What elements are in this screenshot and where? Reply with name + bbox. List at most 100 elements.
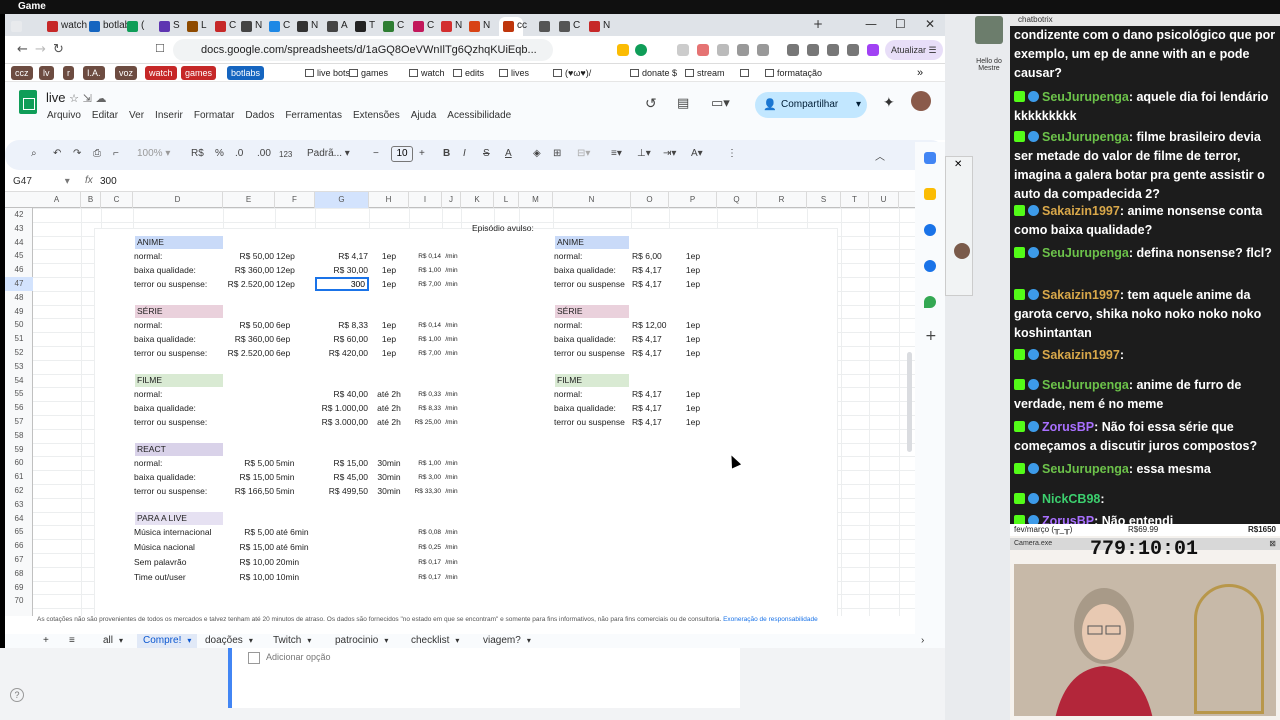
cell[interactable]: 30min xyxy=(370,485,408,498)
cell[interactable]: 1ep xyxy=(670,333,716,346)
increase-decimal-button[interactable]: .00 xyxy=(257,148,271,159)
spreadsheet-grid[interactable]: ABCDEFGHIJKLMNOPQRSTU 42 43 44 45 46 47 48 49 50… xyxy=(5,192,915,616)
row-header[interactable]: 65 xyxy=(5,525,33,539)
column-header[interactable]: P xyxy=(669,192,717,208)
row-header[interactable]: 52 xyxy=(5,346,33,360)
sheet-tab-menu-icon[interactable]: ▾ xyxy=(119,636,123,645)
menu-item[interactable]: Acessibilidade xyxy=(447,110,511,121)
row-header[interactable]: 55 xyxy=(5,387,33,401)
cell[interactable]: R$ 0,14 xyxy=(410,250,441,263)
row-header[interactable]: 57 xyxy=(5,415,33,429)
cell[interactable]: 1ep xyxy=(370,250,408,263)
cell[interactable]: /min xyxy=(443,333,460,346)
keep-icon[interactable] xyxy=(924,188,936,200)
chat-username[interactable]: SeuJurupenga xyxy=(1042,378,1129,392)
cell[interactable]: /min xyxy=(443,250,460,263)
cell[interactable]: 20min xyxy=(276,556,314,569)
font-select[interactable]: Padrã... ▾ xyxy=(307,148,350,159)
text-wrap-icon[interactable]: ⇥▾ xyxy=(663,148,676,159)
font-size-decrease-icon[interactable]: − xyxy=(373,148,379,159)
sheet-tab-menu-icon[interactable]: ▾ xyxy=(384,636,388,645)
cell[interactable]: Episódio avulso: xyxy=(472,222,562,235)
reload-icon[interactable]: ↻ xyxy=(53,42,64,57)
chat-username[interactable]: ZorusBP xyxy=(1042,514,1094,524)
bookmark-item[interactable]: I.A. xyxy=(83,66,105,80)
menu-item[interactable]: Ajuda xyxy=(411,110,437,121)
cell[interactable]: R$ 4,17 xyxy=(632,347,668,360)
chat-username[interactable]: Sakaizin1997 xyxy=(1042,204,1120,218)
cell[interactable]: 12ep xyxy=(276,264,314,277)
cell[interactable]: 12ep xyxy=(276,250,314,263)
bold-icon[interactable]: B xyxy=(443,148,450,159)
bookmark-item[interactable]: botlabs xyxy=(227,66,265,80)
browser-tab[interactable]: N xyxy=(237,17,262,36)
cell[interactable]: R$ 8,33 xyxy=(410,402,441,415)
cell[interactable]: R$ 33,30 xyxy=(410,485,441,498)
row-header[interactable]: 47 xyxy=(5,277,33,291)
disclaimer-link[interactable]: Exoneração de responsabilidade xyxy=(723,616,818,623)
column-header[interactable]: E xyxy=(223,192,275,208)
browser-tab[interactable]: botlabs xyxy=(85,17,135,36)
row-header[interactable]: 68 xyxy=(5,567,33,581)
chat-username[interactable]: SeuJurupenga xyxy=(1042,90,1129,104)
row-header[interactable]: 48 xyxy=(5,291,33,305)
cell[interactable]: R$ 5,00 xyxy=(224,457,274,470)
cell[interactable]: até 2h xyxy=(370,416,408,429)
row-header[interactable]: 50 xyxy=(5,318,33,332)
menu-item[interactable]: Arquivo xyxy=(47,110,81,121)
cell[interactable]: R$ 5,00 xyxy=(224,526,274,539)
cell[interactable]: /min xyxy=(443,571,460,584)
more-bookmarks-icon[interactable]: » xyxy=(917,66,923,80)
row-header[interactable]: 64 xyxy=(5,512,33,526)
bookmark-item[interactable]: donate $ xyxy=(630,66,677,80)
menu-item[interactable]: Extensões xyxy=(353,110,400,121)
more-options-icon[interactable]: ⋮ xyxy=(727,148,737,159)
cell[interactable]: R$ 7,00 xyxy=(410,278,441,291)
cell[interactable]: R$ 2.520,00 xyxy=(224,347,274,360)
cell[interactable]: R$ 4,17 xyxy=(632,278,668,291)
cell[interactable]: R$ 0,25 xyxy=(410,541,441,554)
cell[interactable]: R$ 45,00 xyxy=(316,471,369,484)
row-header[interactable]: 59 xyxy=(5,443,33,457)
sheet-tab-menu-icon[interactable]: ▾ xyxy=(307,636,311,645)
row-header[interactable]: 61 xyxy=(5,470,33,484)
column-header[interactable]: I xyxy=(409,192,442,208)
browser-tab[interactable]: watch xyxy=(43,17,87,36)
cell[interactable]: 1ep xyxy=(670,264,716,277)
selected-cell[interactable]: 300 xyxy=(315,277,369,291)
bookmark-item[interactable]: games xyxy=(181,66,217,80)
cell[interactable]: /min xyxy=(443,347,460,360)
cell[interactable]: 1ep xyxy=(670,388,716,401)
text-color-icon[interactable]: A xyxy=(505,148,512,159)
name-box[interactable]: G47 ▾ xyxy=(13,176,70,187)
back-icon[interactable]: ← xyxy=(17,42,28,57)
extension-icon-1[interactable] xyxy=(617,44,629,56)
column-header[interactable]: F xyxy=(275,192,315,208)
text-rotation-icon[interactable]: A▾ xyxy=(691,148,703,159)
bookmark-item[interactable] xyxy=(740,66,752,80)
cell[interactable]: R$ 360,00 xyxy=(224,264,274,277)
column-header[interactable]: C xyxy=(101,192,133,208)
strikethrough-icon[interactable]: S xyxy=(483,148,490,159)
cell[interactable]: baixa qualidade: xyxy=(554,333,630,346)
cell[interactable]: R$ 0,33 xyxy=(410,388,441,401)
italic-icon[interactable]: I xyxy=(463,148,466,159)
cell[interactable]: R$ 1,00 xyxy=(410,264,441,277)
cell[interactable]: baixa qualidade: xyxy=(554,402,630,415)
cell[interactable]: R$ 3.000,00 xyxy=(316,416,368,429)
extension-icon-8[interactable] xyxy=(827,44,839,56)
column-header[interactable]: B xyxy=(81,192,101,208)
cell[interactable]: /min xyxy=(443,278,460,291)
cell[interactable]: /min xyxy=(443,416,460,429)
cell[interactable]: terror ou suspense xyxy=(554,416,630,429)
column-header[interactable]: K xyxy=(461,192,494,208)
cell[interactable]: até 2h xyxy=(370,402,408,415)
column-header[interactable]: L xyxy=(494,192,519,208)
cell[interactable]: R$ 12,00 xyxy=(632,319,668,332)
cell[interactable]: normal: xyxy=(554,250,630,263)
row-header[interactable]: 67 xyxy=(5,553,33,567)
column-header[interactable]: H xyxy=(369,192,409,208)
vertical-align-icon[interactable]: ⊥▾ xyxy=(637,148,651,159)
doc-title[interactable]: live ☆ ⇲ ☁ xyxy=(46,90,106,105)
row-header[interactable]: 44 xyxy=(5,236,33,250)
